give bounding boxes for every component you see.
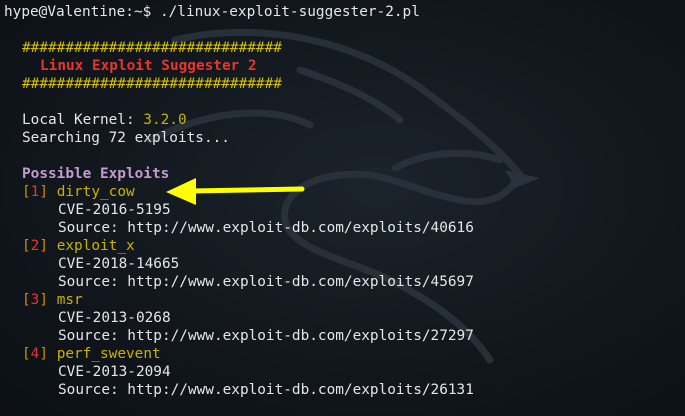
search-status: Searching 72 exploits... (22, 130, 230, 146)
local-kernel-label: Local Kernel: (22, 112, 144, 128)
exploit-item: [4] perf_swevent (22, 346, 161, 362)
terminal-window[interactable]: hype@Valentine:~$ ./linux-exploit-sugges… (0, 0, 685, 416)
kernel-version: 3.2.0 (143, 112, 187, 128)
shell-prompt: hype@Valentine:~$ (4, 4, 160, 20)
command-text: ./linux-exploit-suggester-2.pl (159, 4, 420, 20)
local-kernel-line: Local Kernel: 3.2.0 (4, 111, 685, 129)
exploit-cve: CVE-2013-2094 (58, 364, 171, 380)
possible-exploits-heading: Possible Exploits (22, 166, 170, 182)
exploit-cve: CVE-2018-14665 (58, 256, 180, 272)
banner-hash-bottom: ############################## (22, 76, 282, 92)
exploit-cve: CVE-2016-5195 (58, 202, 171, 218)
banner-title: Linux Exploit Suggester 2 (40, 58, 257, 74)
exploit-item: [2] exploit_x (22, 238, 135, 254)
exploit-name: exploit_x (56, 238, 135, 254)
exploit-source: Source: http://www.exploit-db.com/exploi… (58, 220, 474, 236)
exploit-name: dirty_cow (56, 184, 135, 200)
command-line: hype@Valentine:~$ ./linux-exploit-sugges… (4, 3, 685, 21)
exploit-source: Source: http://www.exploit-db.com/exploi… (58, 274, 474, 290)
exploit-item: [1] dirty_cow (22, 184, 135, 200)
exploit-name: perf_swevent (56, 346, 161, 362)
exploit-cve: CVE-2013-0268 (58, 310, 171, 326)
exploit-source: Source: http://www.exploit-db.com/exploi… (58, 328, 474, 344)
exploit-item: [3] msr (22, 292, 83, 308)
exploit-name: msr (56, 292, 83, 308)
exploit-source: Source: http://www.exploit-db.com/exploi… (58, 382, 474, 398)
banner-hash-top: ############################## (22, 40, 282, 56)
